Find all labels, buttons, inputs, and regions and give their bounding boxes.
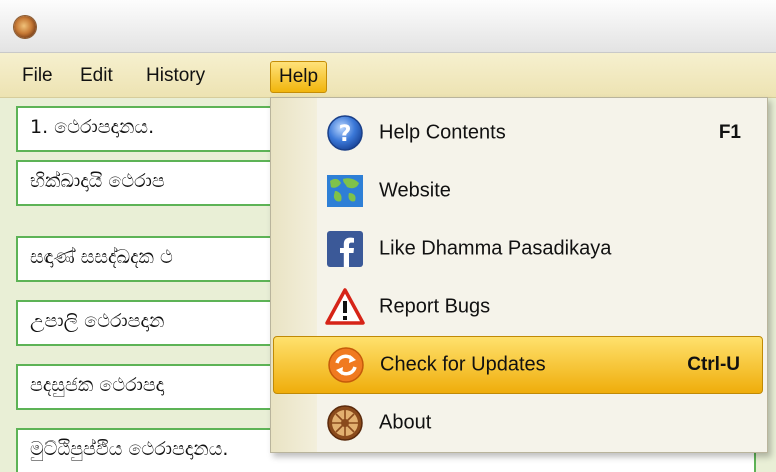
- help-icon: ?: [327, 115, 363, 151]
- menu-item-label: Help Contents: [379, 121, 506, 144]
- menu-item-website[interactable]: Website: [271, 162, 767, 220]
- list-item-text: මුට්ඨිපුප්ඵිය ථෙරාපදානය.: [30, 438, 229, 460]
- menu-edit[interactable]: Edit: [80, 63, 113, 89]
- menu-item-label: Check for Updates: [380, 353, 546, 376]
- menu-item-check-updates[interactable]: Check for Updates Ctrl-U: [273, 336, 763, 394]
- svg-text:?: ?: [339, 122, 352, 147]
- title-bar: [0, 0, 776, 53]
- menu-item-shortcut: F1: [718, 122, 741, 143]
- menu-item-report-bugs[interactable]: Report Bugs: [271, 278, 767, 336]
- list-item-text: භික්ඛාදායි ථෙරාප: [30, 170, 165, 192]
- menu-item-help-contents[interactable]: ? Help Contents F1: [271, 104, 767, 162]
- menu-item-label: Report Bugs: [379, 295, 491, 318]
- menu-item-label: About: [379, 411, 432, 434]
- menu-item-label: Like Dhamma Pasadikaya: [379, 237, 612, 260]
- menu-item-label: Website: [379, 179, 451, 202]
- menu-item-like-facebook[interactable]: Like Dhamma Pasadikaya: [271, 220, 767, 278]
- list-item-text: 1. ථෙරාපදානය.: [30, 116, 155, 138]
- menu-bar: File Edit History Help: [0, 53, 776, 98]
- update-icon: [328, 347, 364, 383]
- app-icon[interactable]: [14, 16, 36, 38]
- globe-icon: [327, 175, 363, 207]
- list-item-text: පදසුජක ථෙරාපදා: [30, 374, 165, 396]
- menu-item-shortcut: Ctrl-U: [687, 354, 740, 375]
- menu-file[interactable]: File: [22, 63, 53, 89]
- help-dropdown-menu: ? Help Contents F1 Website Like Dhamma P…: [270, 97, 768, 453]
- menu-help[interactable]: Help: [270, 61, 328, 93]
- warning-icon: [325, 288, 365, 325]
- dharma-wheel-icon: [327, 405, 363, 441]
- list-item-text: සඳාණ් සසද්ඛදක ථ: [30, 246, 173, 268]
- facebook-icon: [327, 231, 363, 267]
- list-item-text: උපාලි ථෙරාපදාන: [30, 310, 165, 332]
- menu-item-about[interactable]: About: [271, 394, 767, 452]
- menu-history[interactable]: History: [146, 63, 205, 89]
